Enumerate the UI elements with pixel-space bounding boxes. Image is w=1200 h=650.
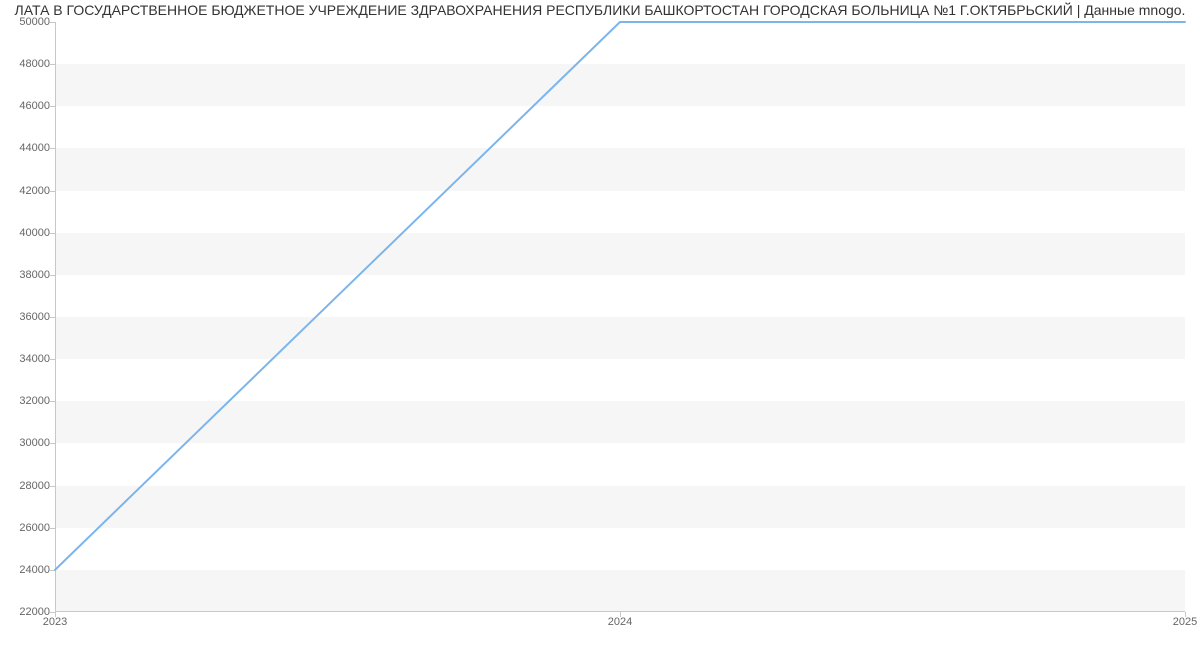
y-axis-tick-label: 26000 [0,522,50,534]
line-layer [55,22,1185,612]
y-axis-tick-label: 36000 [0,311,50,323]
y-axis-tick-label: 34000 [0,353,50,365]
y-axis-tick-label: 40000 [0,227,50,239]
y-axis-tick-label: 42000 [0,185,50,197]
x-axis-tick-label: 2023 [43,616,67,628]
y-axis-tick-label: 32000 [0,395,50,407]
y-axis-tick-label: 24000 [0,564,50,576]
series-line [55,22,1185,570]
y-axis-tick-label: 48000 [0,58,50,70]
y-axis-tick-label: 28000 [0,480,50,492]
y-axis-tick-label: 50000 [0,16,50,28]
x-axis-tick-label: 2024 [608,616,632,628]
chart-container: ЛАТА В ГОСУДАРСТВЕННОЕ БЮДЖЕТНОЕ УЧРЕЖДЕ… [0,0,1200,650]
x-axis-tick-label: 2025 [1173,616,1197,628]
y-axis-tick-label: 46000 [0,100,50,112]
y-axis-tick-label: 30000 [0,437,50,449]
y-axis-tick-label: 44000 [0,142,50,154]
y-axis-tick-label: 38000 [0,269,50,281]
plot-area [55,22,1185,612]
chart-title: ЛАТА В ГОСУДАРСТВЕННОЕ БЮДЖЕТНОЕ УЧРЕЖДЕ… [0,0,1200,20]
